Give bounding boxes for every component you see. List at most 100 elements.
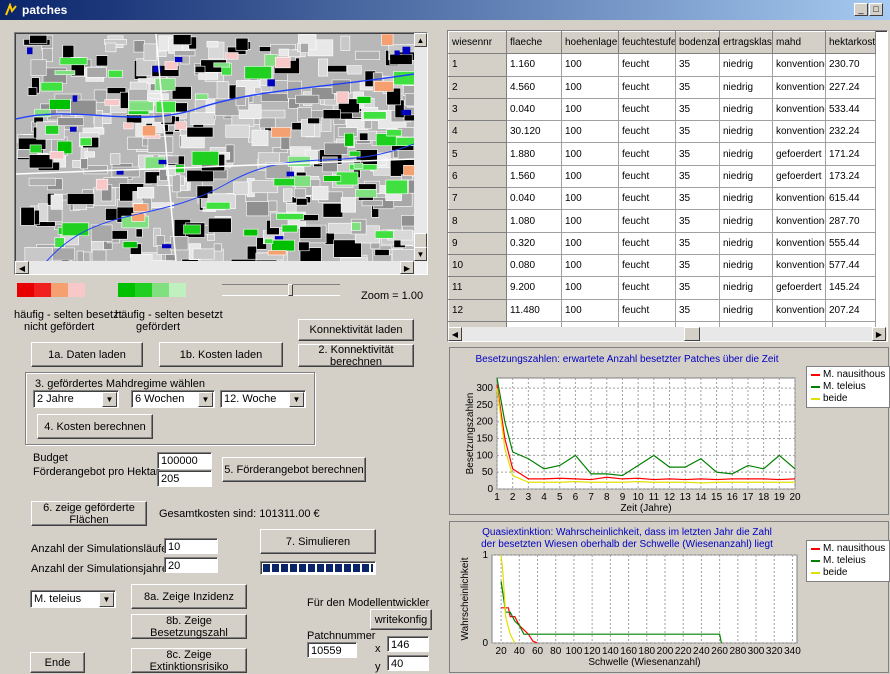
writekonfig-button[interactable]: writekonfig bbox=[370, 609, 432, 630]
table-cell[interactable]: 0.320 bbox=[507, 232, 562, 254]
minimize-button[interactable]: _ bbox=[854, 3, 868, 16]
table-cell[interactable]: feucht bbox=[619, 188, 676, 210]
table-cell[interactable]: 1.880 bbox=[507, 143, 562, 165]
table-hscrollbar[interactable] bbox=[448, 327, 887, 341]
patch-table[interactable]: wiesennrflaechehoehenlagefeuchtestufebod… bbox=[447, 30, 888, 342]
table-cell[interactable]: 35 bbox=[676, 277, 720, 299]
table-row[interactable]: 61.560100feucht35niedriggefoerdert173.24 bbox=[449, 165, 876, 187]
table-cell[interactable]: niedrig bbox=[720, 98, 773, 120]
row-header-cell[interactable]: 4 bbox=[449, 121, 507, 143]
y-input[interactable]: 40 bbox=[387, 655, 429, 671]
table-cell[interactable]: 207.24 bbox=[826, 299, 876, 321]
table-cell[interactable]: konventionel bbox=[773, 299, 826, 321]
table-cell[interactable]: 232.24 bbox=[826, 121, 876, 143]
column-header[interactable]: flaeche bbox=[507, 32, 562, 54]
table-row[interactable]: 119.200100feucht35niedriggefoerdert145.2… bbox=[449, 277, 876, 299]
table-cell[interactable]: 11.480 bbox=[507, 299, 562, 321]
table-cell[interactable]: niedrig bbox=[720, 299, 773, 321]
table-cell[interactable]: 0.040 bbox=[507, 98, 562, 120]
table-cell[interactable]: 35 bbox=[676, 299, 720, 321]
table-cell[interactable]: niedrig bbox=[720, 210, 773, 232]
table-cell[interactable]: 100 bbox=[562, 98, 619, 120]
table-cell[interactable]: 0.080 bbox=[507, 254, 562, 276]
table-cell[interactable]: konventionel bbox=[773, 188, 826, 210]
row-header-cell[interactable]: 7 bbox=[449, 188, 507, 210]
table-cell[interactable]: gefoerdert bbox=[773, 143, 826, 165]
table-cell[interactable]: 1.560 bbox=[507, 165, 562, 187]
patchnummer-input[interactable]: 10559 bbox=[307, 642, 357, 658]
table-row[interactable]: 90.320100feucht35niedrigkonventionel555.… bbox=[449, 232, 876, 254]
zeige-flaechen-button[interactable]: 6. zeige geförderte Flächen bbox=[31, 501, 147, 526]
table-scroll-right-icon[interactable]: ▶ bbox=[872, 327, 886, 341]
species-select[interactable]: M. teleius▼ bbox=[30, 590, 116, 608]
table-row[interactable]: 81.080100feucht35niedrigkonventionel287.… bbox=[449, 210, 876, 232]
table-row[interactable]: 70.040100feucht35niedrigkonventionel615.… bbox=[449, 188, 876, 210]
column-header[interactable]: hoehenlage bbox=[562, 32, 619, 54]
table-cell[interactable]: konventionel bbox=[773, 121, 826, 143]
table-cell[interactable]: gefoerdert bbox=[773, 165, 826, 187]
row-header-cell[interactable]: 8 bbox=[449, 210, 507, 232]
table-cell[interactable]: 230.70 bbox=[826, 54, 876, 76]
table-cell[interactable]: 171.24 bbox=[826, 143, 876, 165]
row-header-cell[interactable]: 2 bbox=[449, 76, 507, 98]
map-scroll-down-icon[interactable]: ▼ bbox=[414, 247, 427, 261]
wochen-select[interactable]: 6 Wochen▼ bbox=[131, 390, 215, 408]
table-cell[interactable]: feucht bbox=[619, 143, 676, 165]
table-cell[interactable]: gefoerdert bbox=[773, 277, 826, 299]
table-cell[interactable]: 35 bbox=[676, 232, 720, 254]
table-cell[interactable]: 533.44 bbox=[826, 98, 876, 120]
table-cell[interactable]: feucht bbox=[619, 121, 676, 143]
table-row[interactable]: 11.160100feucht35niedrigkonventionel230.… bbox=[449, 54, 876, 76]
table-cell[interactable]: 35 bbox=[676, 210, 720, 232]
table-cell[interactable]: 227.24 bbox=[826, 76, 876, 98]
kosten-berechnen-button[interactable]: 4. Kosten berechnen bbox=[37, 414, 153, 439]
table-cell[interactable]: 100 bbox=[562, 299, 619, 321]
map-scroll-left-icon[interactable]: ◀ bbox=[15, 261, 29, 274]
table-cell[interactable]: konventionel bbox=[773, 210, 826, 232]
table-cell[interactable]: feucht bbox=[619, 210, 676, 232]
table-cell[interactable]: 1.160 bbox=[507, 54, 562, 76]
table-cell[interactable]: 100 bbox=[562, 121, 619, 143]
table-cell[interactable]: 9.200 bbox=[507, 277, 562, 299]
table-cell[interactable]: 4.560 bbox=[507, 76, 562, 98]
column-header[interactable]: hektarkosten bbox=[826, 32, 876, 54]
table-row[interactable]: 1211.480100feucht35niedrigkonventionel20… bbox=[449, 299, 876, 321]
row-header-cell[interactable]: 9 bbox=[449, 232, 507, 254]
table-hscroll-thumb[interactable] bbox=[684, 327, 700, 341]
row-header-cell[interactable]: 10 bbox=[449, 254, 507, 276]
chevron-down-icon[interactable]: ▼ bbox=[102, 392, 117, 407]
table-cell[interactable]: feucht bbox=[619, 277, 676, 299]
table-cell[interactable]: konventionel bbox=[773, 254, 826, 276]
table-cell[interactable]: 100 bbox=[562, 76, 619, 98]
table-cell[interactable]: feucht bbox=[619, 76, 676, 98]
table-cell[interactable]: 100 bbox=[562, 277, 619, 299]
table-cell[interactable]: 30.120 bbox=[507, 121, 562, 143]
row-header-cell[interactable]: 11 bbox=[449, 277, 507, 299]
table-cell[interactable]: 555.44 bbox=[826, 232, 876, 254]
table-cell[interactable]: 100 bbox=[562, 210, 619, 232]
table-cell[interactable]: 100 bbox=[562, 254, 619, 276]
table-cell[interactable]: 173.24 bbox=[826, 165, 876, 187]
table-cell[interactable]: feucht bbox=[619, 98, 676, 120]
table-cell[interactable]: feucht bbox=[619, 254, 676, 276]
map-view[interactable]: ▲ ▼ ◀ ▶ bbox=[14, 32, 428, 275]
zoom-slider[interactable] bbox=[222, 284, 340, 296]
map-canvas[interactable] bbox=[16, 34, 414, 262]
table-cell[interactable]: niedrig bbox=[720, 165, 773, 187]
table-cell[interactable]: 35 bbox=[676, 143, 720, 165]
table-row[interactable]: 24.560100feucht35niedrigkonventionel227.… bbox=[449, 76, 876, 98]
chevron-down-icon[interactable]: ▼ bbox=[198, 392, 213, 407]
table-row[interactable]: 100.080100feucht35niedrigkonventionel577… bbox=[449, 254, 876, 276]
table-cell[interactable]: 577.44 bbox=[826, 254, 876, 276]
zeige-inzidenz-button[interactable]: 8a. Zeige Inzidenz bbox=[131, 584, 247, 609]
table-cell[interactable]: 35 bbox=[676, 121, 720, 143]
table-cell[interactable]: 35 bbox=[676, 254, 720, 276]
ende-button[interactable]: Ende bbox=[30, 652, 85, 673]
table-row[interactable]: 51.880100feucht35niedriggefoerdert171.24 bbox=[449, 143, 876, 165]
zeige-besetzungszahl-button[interactable]: 8b. Zeige Besetzungszahl bbox=[131, 614, 247, 639]
table-cell[interactable]: 100 bbox=[562, 232, 619, 254]
table-cell[interactable]: 287.70 bbox=[826, 210, 876, 232]
simulationsjahre-input[interactable]: 20 bbox=[164, 557, 218, 573]
row-header-cell[interactable]: 1 bbox=[449, 54, 507, 76]
table-cell[interactable]: konventionel bbox=[773, 76, 826, 98]
